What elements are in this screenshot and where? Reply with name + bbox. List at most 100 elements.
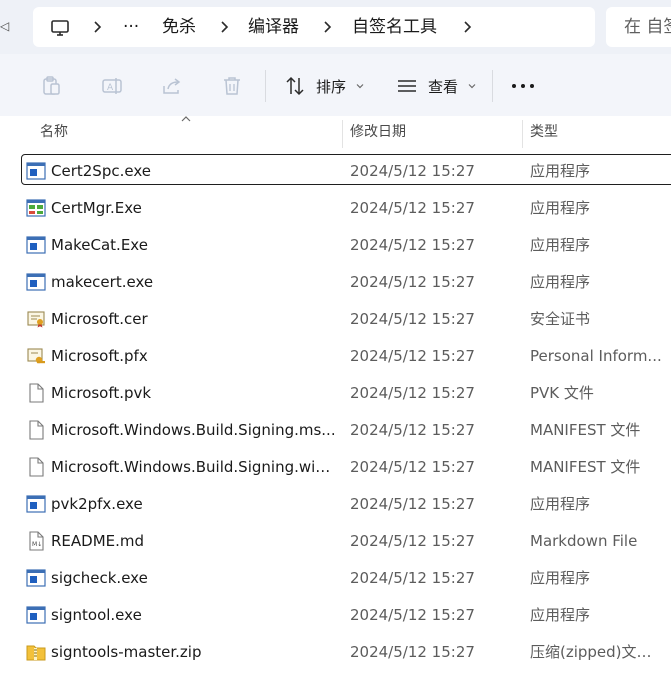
file-type: 应用程序 xyxy=(530,569,591,587)
file-row[interactable]: signtools-master.zip 2024/5/12 15:27 压缩(zi… xyxy=(0,634,671,671)
delete-icon[interactable] xyxy=(221,75,243,97)
column-resize-handle[interactable] xyxy=(522,120,523,148)
file-name[interactable]: Cert2Spc.exe xyxy=(51,153,336,190)
file-modified-date: 2024/5/12 15:27 xyxy=(350,495,475,513)
file-row[interactable]: Microsoft.pvk 2024/5/12 15:27 PVK 文件 xyxy=(0,375,671,412)
svg-text:M↓: M↓ xyxy=(32,541,42,548)
app-icon xyxy=(26,235,46,255)
file-name[interactable]: Microsoft.pfx xyxy=(51,338,336,375)
app-icon xyxy=(26,272,46,292)
file-row[interactable]: MakeCat.Exe 2024/5/12 15:27 应用程序 xyxy=(0,227,671,264)
breadcrumb-overflow[interactable]: ··· xyxy=(123,7,139,47)
file-modified-date: 2024/5/12 15:27 xyxy=(350,162,475,180)
file-name[interactable]: makecert.exe xyxy=(51,264,336,301)
chevron-right-icon[interactable] xyxy=(319,19,335,35)
rename-icon[interactable]: A xyxy=(101,75,123,97)
chevron-down-icon xyxy=(468,84,476,89)
file-modified-date: 2024/5/12 15:27 xyxy=(350,532,475,550)
file-modified-date: 2024/5/12 15:27 xyxy=(350,310,475,328)
search-box[interactable]: 在 自签名工具 中搜索 xyxy=(606,7,671,47)
file-row[interactable]: Microsoft.cer 2024/5/12 15:27 安全证书 xyxy=(0,301,671,338)
file-row[interactable]: sigcheck.exe 2024/5/12 15:27 应用程序 xyxy=(0,560,671,597)
file-row[interactable]: pvk2pfx.exe 2024/5/12 15:27 应用程序 xyxy=(0,486,671,523)
breadcrumb-item-mianshe[interactable]: 免杀 xyxy=(162,7,196,47)
sort-arrows-icon xyxy=(286,76,304,96)
file-name[interactable]: Microsoft.Windows.Build.Signing.win... xyxy=(51,449,336,486)
chevron-down-icon xyxy=(356,84,364,89)
file-name[interactable]: sigcheck.exe xyxy=(51,560,336,597)
file-type: Personal Inform... xyxy=(530,347,662,365)
this-pc-icon[interactable] xyxy=(50,18,70,38)
column-header-type[interactable]: 类型 xyxy=(530,116,558,150)
app-icon xyxy=(26,605,46,625)
file-type: 安全证书 xyxy=(530,310,591,328)
file-row[interactable]: Microsoft.pfx 2024/5/12 15:27 Personal Inf… xyxy=(0,338,671,375)
file-icon xyxy=(26,420,46,440)
file-modified-date: 2024/5/12 15:27 xyxy=(350,347,475,365)
app-icon xyxy=(26,494,46,514)
share-icon[interactable] xyxy=(161,75,183,97)
markdown-icon: M↓ xyxy=(26,531,46,551)
app-icon xyxy=(26,568,46,588)
more-options-icon[interactable] xyxy=(512,84,534,88)
file-name[interactable]: signtools-master.zip xyxy=(51,634,336,671)
pfx-icon xyxy=(26,346,46,366)
column-header-name[interactable]: 名称 xyxy=(40,116,68,150)
file-modified-date: 2024/5/12 15:27 xyxy=(350,569,475,587)
file-row[interactable]: Microsoft.Windows.Build.Signing.win... 20… xyxy=(0,449,671,486)
file-type: 应用程序 xyxy=(530,162,591,180)
svg-text:A: A xyxy=(107,83,114,93)
file-type: 应用程序 xyxy=(530,236,591,254)
chevron-right-icon[interactable] xyxy=(216,19,232,35)
search-input[interactable]: 在 自签名工具 中搜索 xyxy=(624,7,671,47)
breadcrumb-item-compiler[interactable]: 编译器 xyxy=(248,7,299,47)
certificate-icon xyxy=(26,309,46,329)
file-modified-date: 2024/5/12 15:27 xyxy=(350,606,475,624)
column-resize-handle[interactable] xyxy=(342,120,343,148)
chevron-right-icon[interactable] xyxy=(459,19,475,35)
file-type: MANIFEST 文件 xyxy=(530,421,641,439)
file-name[interactable]: pvk2pfx.exe xyxy=(51,486,336,523)
file-row[interactable]: signtool.exe 2024/5/12 15:27 应用程序 xyxy=(0,597,671,634)
view-button[interactable]: 查看 xyxy=(396,72,476,100)
file-modified-date: 2024/5/12 15:27 xyxy=(350,236,475,254)
file-icon xyxy=(26,457,46,477)
file-type: 应用程序 xyxy=(530,495,591,513)
certmgr-icon xyxy=(26,198,46,218)
file-name[interactable]: Microsoft.pvk xyxy=(51,375,336,412)
breadcrumb-item-selfsign-tools[interactable]: 自签名工具 xyxy=(352,7,437,47)
file-row[interactable]: makecert.exe 2024/5/12 15:27 应用程序 xyxy=(0,264,671,301)
view-label: 查看 xyxy=(428,77,459,96)
toolbar-divider xyxy=(265,70,266,102)
file-modified-date: 2024/5/12 15:27 xyxy=(350,384,475,402)
file-name[interactable]: CertMgr.Exe xyxy=(51,190,336,227)
file-row[interactable]: Microsoft.Windows.Build.Signing.ms... 202… xyxy=(0,412,671,449)
file-type: 压缩(zipped)文件... xyxy=(530,643,665,661)
zip-icon xyxy=(26,642,46,662)
toolbar-divider xyxy=(492,70,493,102)
address-bar-region: ◁ ··· 免杀 编译器 自签名工具 在 自签名工具 中搜索 xyxy=(0,0,671,54)
file-modified-date: 2024/5/12 15:27 xyxy=(350,643,475,661)
file-icon xyxy=(26,383,46,403)
command-bar: A 排序 查看 xyxy=(0,54,671,116)
column-header: 名称 修改日期 类型 xyxy=(0,116,671,150)
sort-label: 排序 xyxy=(316,77,347,96)
breadcrumb[interactable]: ··· 免杀 编译器 自签名工具 xyxy=(33,7,595,47)
file-name[interactable]: Microsoft.cer xyxy=(51,301,336,338)
file-name[interactable]: Microsoft.Windows.Build.Signing.ms... xyxy=(51,412,336,449)
sort-button[interactable]: 排序 xyxy=(284,72,364,100)
file-name[interactable]: MakeCat.Exe xyxy=(51,227,336,264)
back-arrow-icon[interactable]: ◁ xyxy=(0,19,9,35)
file-row[interactable]: M↓ README.md 2024/5/12 15:27 Markdown File xyxy=(0,523,671,560)
file-modified-date: 2024/5/12 15:27 xyxy=(350,273,475,291)
view-list-icon xyxy=(398,80,416,92)
file-name[interactable]: signtool.exe xyxy=(51,597,336,634)
paste-icon[interactable] xyxy=(40,75,62,97)
file-row[interactable]: Cert2Spc.exe 2024/5/12 15:27 应用程序 xyxy=(0,153,671,190)
file-row[interactable]: CertMgr.Exe 2024/5/12 15:27 应用程序 xyxy=(0,190,671,227)
file-type: MANIFEST 文件 xyxy=(530,458,641,476)
file-name[interactable]: README.md xyxy=(51,523,336,560)
column-header-date[interactable]: 修改日期 xyxy=(350,116,406,150)
app-icon xyxy=(26,161,46,181)
chevron-right-icon[interactable] xyxy=(89,19,105,35)
